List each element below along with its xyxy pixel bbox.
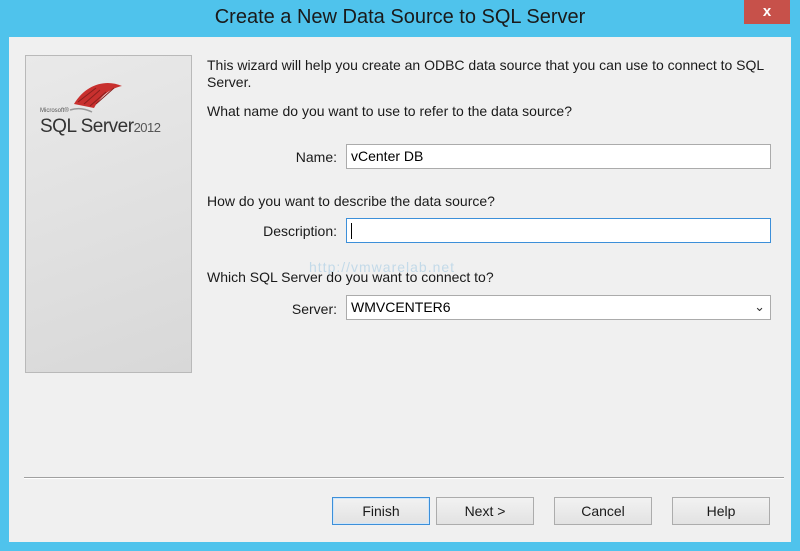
server-label: Server: [291, 301, 337, 317]
logo-year: 2012 [133, 120, 161, 135]
title-bar[interactable]: Create a New Data Source to SQL Server x [0, 0, 800, 37]
name-question: What name do you want to use to refer to… [207, 103, 572, 119]
description-question: How do you want to describe the data sou… [207, 193, 495, 209]
button-separator [24, 477, 784, 479]
text-caret [351, 223, 352, 240]
server-question: Which SQL Server do you want to connect … [207, 269, 494, 285]
window-title: Create a New Data Source to SQL Server [214, 6, 586, 28]
description-label: Description: [263, 223, 337, 239]
cancel-button[interactable]: Cancel [554, 497, 652, 525]
next-button[interactable]: Next > [436, 497, 534, 525]
finish-button[interactable]: Finish [332, 497, 430, 525]
name-label: Name: [295, 149, 337, 165]
sql-server-logo-panel: Microsoft® SQL Server2012 [25, 55, 192, 373]
dialog-body: Microsoft® SQL Server2012 This wizard wi… [9, 37, 791, 542]
name-input[interactable]: vCenter DB [346, 144, 771, 169]
dialog-window: Create a New Data Source to SQL Server x… [0, 0, 800, 551]
server-select[interactable]: WMVCENTER6 ⌄ [346, 295, 771, 320]
description-input[interactable] [346, 218, 771, 243]
intro-text: This wizard will help you create an ODBC… [207, 57, 764, 90]
chevron-down-icon[interactable]: ⌄ [754, 299, 765, 315]
logo-product-text: SQL Server2012 [40, 116, 161, 138]
logo-product-name: SQL Server [40, 116, 134, 137]
logo-microsoft-text: Microsoft® [40, 108, 69, 114]
sql-server-logo-icon [69, 83, 122, 113]
server-value: WMVCENTER6 [351, 299, 451, 315]
close-button[interactable]: x [744, 0, 790, 24]
help-button[interactable]: Help [672, 497, 770, 525]
